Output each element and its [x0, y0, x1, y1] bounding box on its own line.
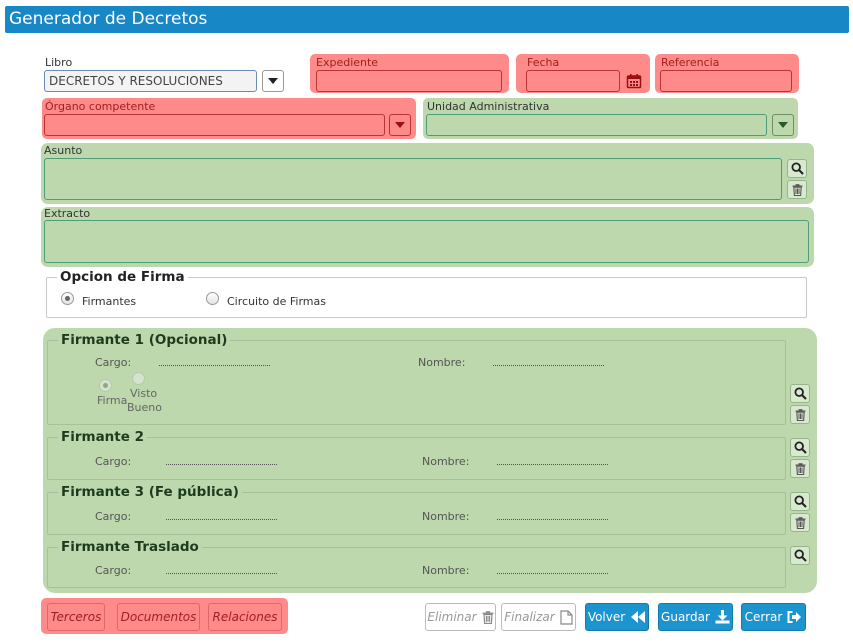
trash-icon [795, 408, 805, 421]
firmante-1-cargo-value [159, 365, 270, 366]
fast-backward-icon [631, 611, 646, 623]
extracto-label: Extracto [44, 207, 91, 220]
finalizar-label: Finalizar [504, 610, 555, 624]
firmante-3-cargo-value [166, 519, 277, 520]
circuito-firmas-radio-label: Circuito de Firmas [227, 295, 326, 308]
referencia-label: Referencia [661, 56, 720, 69]
firmante-3-nombre-label: Nombre: [422, 510, 470, 523]
cerrar-button[interactable]: Cerrar [741, 603, 806, 631]
document-icon [560, 609, 573, 625]
firmante-2-nombre-value [497, 464, 608, 465]
search-icon [793, 549, 807, 562]
referencia-input[interactable] [660, 70, 792, 92]
firmante-2-legend: Firmante 2 [61, 429, 144, 445]
firmante-1-legend: Firmante 1 (Opcional) [61, 332, 228, 348]
firmante-traslado-legend: Firmante Traslado [61, 539, 199, 555]
opcion-firma-fieldset: Opcion de Firma [46, 269, 807, 318]
guardar-label: Guardar [661, 610, 710, 624]
chevron-down-icon [395, 122, 405, 128]
firmante-1-visto-bueno-radio[interactable] [132, 372, 145, 385]
circuito-firmas-radio[interactable] [206, 292, 219, 305]
firmante-1-nombre-value [493, 365, 604, 366]
firmante-2-fieldset: Firmante 2 [47, 429, 786, 480]
firmante-3-delete-button[interactable] [790, 513, 810, 532]
volver-label: Volver [587, 610, 626, 624]
trash-icon [795, 462, 805, 475]
chevron-down-icon [268, 78, 278, 84]
eliminar-label: Eliminar [427, 610, 477, 624]
sign-out-icon [787, 611, 802, 623]
volver-button[interactable]: Volver [585, 603, 649, 631]
firmantes-radio-label: Firmantes [82, 295, 137, 308]
unidad-label: Unidad Administrativa [427, 100, 550, 113]
firmante-1-visto-label: Visto [130, 387, 158, 400]
expediente-label: Expediente [316, 56, 379, 69]
unidad-dropdown-button[interactable] [772, 114, 794, 136]
fecha-label: Fecha [527, 56, 560, 69]
firmante-traslado-cargo-label: Cargo: [95, 564, 132, 577]
trash-icon [792, 183, 802, 196]
terceros-button[interactable]: Terceros [47, 603, 105, 631]
libro-select[interactable]: DECRETOS Y RESOLUCIONES [44, 70, 257, 92]
firmante-traslado-cargo-value [166, 573, 277, 574]
asunto-textarea[interactable] [44, 158, 782, 200]
trash-icon [482, 610, 493, 624]
firmante-1-firma-label: Firma [97, 394, 128, 407]
firmantes-radio[interactable] [61, 292, 74, 305]
chevron-down-icon [778, 122, 788, 128]
fecha-input[interactable] [526, 70, 620, 92]
relaciones-button[interactable]: Relaciones [208, 603, 282, 631]
firmante-1-firma-radio[interactable] [99, 379, 112, 392]
finalizar-button[interactable]: Finalizar [501, 603, 576, 631]
firmante-1-bueno-label: Bueno [127, 401, 162, 414]
download-icon [715, 610, 730, 624]
window-title: Generador de Decretos [5, 6, 849, 33]
opcion-firma-legend: Opcion de Firma [60, 269, 185, 285]
firmante-3-search-button[interactable] [790, 492, 810, 511]
firmante-traslado-search-button[interactable] [790, 546, 810, 565]
search-icon [790, 162, 804, 175]
firmante-1-nombre-label: Nombre: [418, 356, 466, 369]
organo-label: Órgano competente [45, 100, 156, 113]
cerrar-label: Cerrar [744, 610, 783, 624]
asunto-label: Asunto [44, 144, 83, 157]
firmante-2-search-button[interactable] [790, 438, 810, 457]
firmante-3-cargo-label: Cargo: [95, 510, 132, 523]
extracto-textarea[interactable] [44, 220, 809, 263]
libro-label: Libro [45, 56, 73, 69]
search-icon [793, 495, 807, 508]
firmante-3-nombre-value [497, 519, 608, 520]
firmante-1-search-button[interactable] [790, 384, 810, 403]
firmante-2-nombre-label: Nombre: [422, 455, 470, 468]
organo-dropdown-button[interactable] [389, 114, 411, 136]
expediente-input[interactable] [316, 70, 502, 92]
firmante-3-fieldset: Firmante 3 (Fe pública) [47, 484, 786, 535]
guardar-button[interactable]: Guardar [658, 603, 733, 631]
organo-select[interactable] [44, 114, 385, 136]
asunto-search-button[interactable] [787, 159, 807, 178]
unidad-select[interactable] [426, 114, 767, 136]
firmante-1-delete-button[interactable] [790, 405, 810, 424]
trash-icon [795, 516, 805, 529]
libro-dropdown-button[interactable] [262, 70, 284, 92]
firmante-2-cargo-label: Cargo: [95, 455, 132, 468]
calendar-icon[interactable] [624, 71, 644, 91]
eliminar-button[interactable]: Eliminar [425, 603, 496, 631]
firmante-2-delete-button[interactable] [790, 459, 810, 478]
firmante-traslado-nombre-label: Nombre: [422, 564, 470, 577]
firmante-1-cargo-label: Cargo: [95, 356, 132, 369]
firmante-3-legend: Firmante 3 (Fe pública) [61, 484, 239, 500]
search-icon [793, 441, 807, 454]
firmante-2-cargo-value [166, 464, 277, 465]
documentos-button[interactable]: Documentos [117, 603, 200, 631]
firmante-traslado-fieldset: Firmante Traslado [47, 539, 786, 588]
asunto-delete-button[interactable] [787, 180, 807, 199]
search-icon [793, 387, 807, 400]
firmante-traslado-nombre-value [497, 573, 608, 574]
